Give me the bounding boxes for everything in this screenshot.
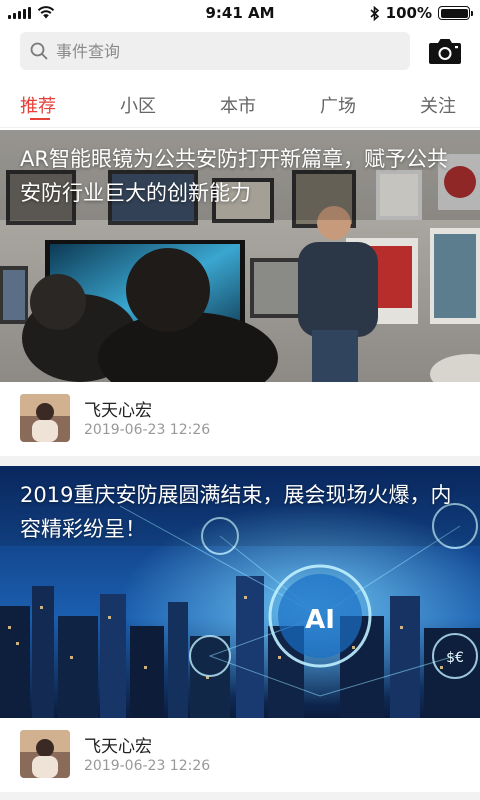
search-icon bbox=[30, 42, 48, 60]
svg-text:$€: $€ bbox=[446, 650, 464, 666]
search-input[interactable] bbox=[56, 41, 386, 61]
publish-date: 2019-06-23 12:26 bbox=[84, 758, 211, 774]
tab-recommend[interactable]: 推荐 bbox=[20, 92, 56, 118]
active-tab-indicator bbox=[30, 118, 50, 120]
tab-city[interactable]: 本市 bbox=[220, 92, 256, 118]
battery-icon bbox=[438, 6, 473, 20]
bluetooth-icon bbox=[370, 5, 379, 21]
ai-brain-icon: AI bbox=[268, 564, 372, 668]
article-title: 2019重庆安防展圆满结束，展会现场火爆，内容精彩纷呈！ bbox=[20, 483, 452, 541]
camera-icon[interactable] bbox=[428, 36, 462, 66]
article-image[interactable]: AI $€ 2019重庆安防展圆满结束，展会现场火爆，内容精彩纷呈！ bbox=[0, 466, 480, 718]
avatar[interactable] bbox=[20, 394, 70, 442]
card-separator bbox=[0, 792, 480, 800]
card-separator bbox=[0, 456, 480, 466]
search-bar-row bbox=[0, 28, 480, 76]
search-box[interactable] bbox=[20, 32, 410, 70]
svg-text:AI: AI bbox=[305, 605, 335, 635]
tab-follow[interactable]: 关注 bbox=[420, 92, 456, 118]
article-title: AR智能眼镜为公共安防打开新篇章，赋予公共安防行业巨大的创新能力 bbox=[20, 147, 448, 205]
article-meta: 飞天心宏 2019-06-23 12:26 bbox=[0, 718, 480, 792]
tab-square[interactable]: 广场 bbox=[320, 92, 356, 118]
author-name[interactable]: 飞天心宏 bbox=[84, 396, 152, 421]
battery-percent: 100% bbox=[385, 4, 432, 22]
article-image[interactable]: AR智能眼镜为公共安防打开新篇章，赋予公共安防行业巨大的创新能力 bbox=[0, 130, 480, 382]
status-bar: 9:41 AM 100% bbox=[0, 0, 480, 28]
article-meta: 飞天心宏 2019-06-23 12:26 bbox=[0, 382, 480, 456]
avatar[interactable] bbox=[20, 730, 70, 778]
category-tabs: 推荐 小区 本市 广场 关注 bbox=[0, 80, 480, 128]
tab-community[interactable]: 小区 bbox=[120, 92, 156, 118]
author-name[interactable]: 飞天心宏 bbox=[84, 732, 152, 757]
publish-date: 2019-06-23 12:26 bbox=[84, 422, 211, 438]
